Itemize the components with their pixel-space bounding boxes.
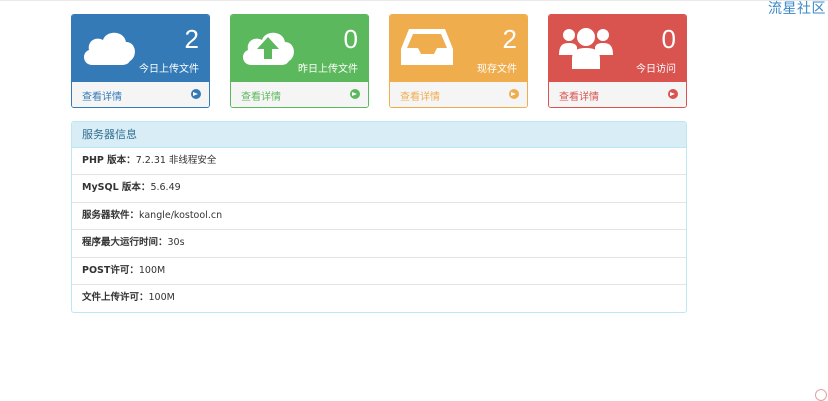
arrow-right-circle-icon — [191, 89, 201, 99]
info-row-mysql: MySQL 版本：5.6.49 — [72, 175, 686, 203]
arrow-right-circle-icon — [350, 89, 360, 99]
existing-files-count: 2 — [502, 24, 517, 54]
view-details-text: 查看详情 — [400, 92, 440, 103]
info-value: 7.2.31 非线程安全 — [135, 155, 217, 166]
info-row-php: PHP 版本：7.2.31 非线程安全 — [72, 148, 686, 176]
top-divider — [0, 0, 828, 1]
info-value: 5.6.49 — [150, 182, 181, 194]
inbox-tray-icon — [401, 29, 453, 65]
view-details-text: 查看详情 — [82, 92, 122, 103]
panel-heading: 2 现存文件 — [390, 15, 527, 81]
info-label: 程序最大运行时间： — [82, 237, 168, 249]
info-label: MySQL 版本： — [82, 182, 151, 194]
info-label: POST许可： — [82, 264, 139, 276]
panel-heading: 2 今日上传文件 — [72, 15, 209, 81]
yesterday-uploads-count: 0 — [343, 24, 358, 54]
panel-heading: 0 今日访问 — [549, 15, 686, 81]
arrow-right-circle-icon — [668, 89, 678, 99]
info-value: 100M — [138, 264, 166, 276]
existing-files-label: 现存文件 — [477, 64, 517, 75]
panel-existing-files: 2 现存文件 查看详情 — [389, 14, 528, 108]
view-details-link[interactable]: 查看详情 — [231, 81, 368, 107]
arrow-right-circle-icon — [509, 89, 519, 99]
server-info-title: 服务器信息 — [72, 122, 686, 148]
info-label: 服务器软件： — [82, 209, 140, 221]
panel-yesterday-uploads: 0 昨日上传文件 查看详情 — [230, 14, 369, 108]
yesterday-uploads-label: 昨日上传文件 — [298, 64, 358, 75]
today-visits-count: 0 — [661, 24, 676, 54]
panel-heading: 0 昨日上传文件 — [231, 15, 368, 81]
info-value: kangle/kostool.cn — [139, 209, 223, 221]
view-details-link[interactable]: 查看详情 — [390, 81, 527, 107]
info-value: 100M — [148, 291, 175, 303]
site-link[interactable]: 流星社区 — [768, 0, 826, 18]
info-row-max-exec-time: 程序最大运行时间：30s — [72, 230, 686, 258]
view-details-link[interactable]: 查看详情 — [72, 81, 209, 107]
corner-widget-icon[interactable] — [815, 389, 827, 401]
info-label: PHP 版本： — [82, 155, 136, 166]
panel-today-visits: 0 今日访问 查看详情 — [548, 14, 687, 108]
info-value: 30s — [167, 237, 185, 249]
view-details-text: 查看详情 — [559, 92, 599, 103]
view-details-link[interactable]: 查看详情 — [549, 81, 686, 107]
panel-today-uploads: 2 今日上传文件 查看详情 — [71, 14, 210, 108]
today-visits-label: 今日访问 — [636, 64, 676, 75]
info-label: 文件上传许可： — [82, 291, 149, 303]
users-icon — [559, 28, 613, 69]
today-uploads-count: 2 — [184, 24, 199, 54]
info-row-post-limit: POST许可：100M — [72, 258, 686, 285]
view-details-text: 查看详情 — [241, 92, 281, 103]
today-uploads-label: 今日上传文件 — [139, 64, 199, 75]
server-info-panel: 服务器信息 PHP 版本：7.2.31 非线程安全 MySQL 版本：5.6.4… — [71, 121, 687, 313]
cloud-icon — [83, 32, 135, 65]
stats-panels: 2 今日上传文件 查看详情 0 昨日上传文件 查看详情 2 现存文件 查看详情 … — [71, 14, 687, 108]
info-row-server-software: 服务器软件：kangle/kostool.cn — [72, 203, 686, 231]
cloud-upload-icon — [242, 32, 294, 65]
info-row-upload-limit: 文件上传许可：100M — [72, 285, 686, 312]
